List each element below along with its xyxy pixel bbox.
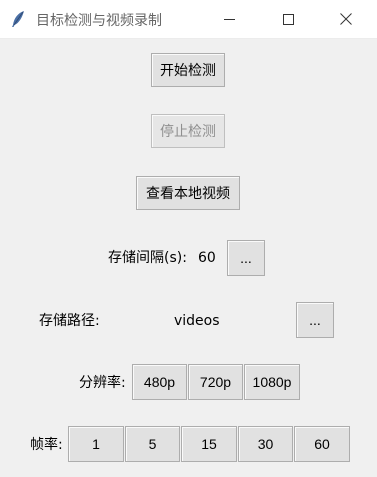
start-detection-button[interactable]: 开始检测 [151, 53, 225, 87]
storage-interval-value: 60 [198, 250, 216, 266]
close-button[interactable] [323, 0, 369, 38]
framerate-30-button[interactable]: 30 [238, 426, 293, 462]
maximize-icon [282, 13, 294, 25]
view-local-video-button[interactable]: 查看本地视频 [136, 176, 240, 210]
framerate-15-button[interactable]: 15 [181, 426, 237, 462]
resolution-720p-button[interactable]: 720p [188, 364, 243, 400]
framerate-1-button[interactable]: 1 [68, 426, 124, 462]
storage-path-label: 存储路径: [39, 313, 100, 329]
minimize-icon [223, 18, 235, 20]
storage-interval-button[interactable]: ... [227, 240, 265, 276]
resolution-label: 分辨率: [79, 375, 126, 391]
framerate-5-button[interactable]: 5 [125, 426, 180, 462]
framerate-label: 帧率: [30, 437, 63, 453]
minimize-button[interactable] [206, 0, 252, 38]
window-title: 目标检测与视频录制 [36, 13, 162, 29]
close-icon [340, 13, 352, 25]
title-bar[interactable]: 目标检测与视频录制 [0, 0, 377, 39]
storage-path-value: videos [174, 313, 220, 329]
feather-icon [10, 10, 26, 28]
storage-path-button[interactable]: ... [296, 302, 334, 338]
storage-interval-label: 存储间隔(s): [108, 250, 187, 266]
resolution-480p-button[interactable]: 480p [132, 364, 187, 400]
maximize-button[interactable] [265, 0, 311, 38]
framerate-60-button[interactable]: 60 [294, 426, 350, 462]
stop-detection-button[interactable]: 停止检测 [151, 114, 225, 148]
resolution-1080p-button[interactable]: 1080p [244, 364, 300, 400]
